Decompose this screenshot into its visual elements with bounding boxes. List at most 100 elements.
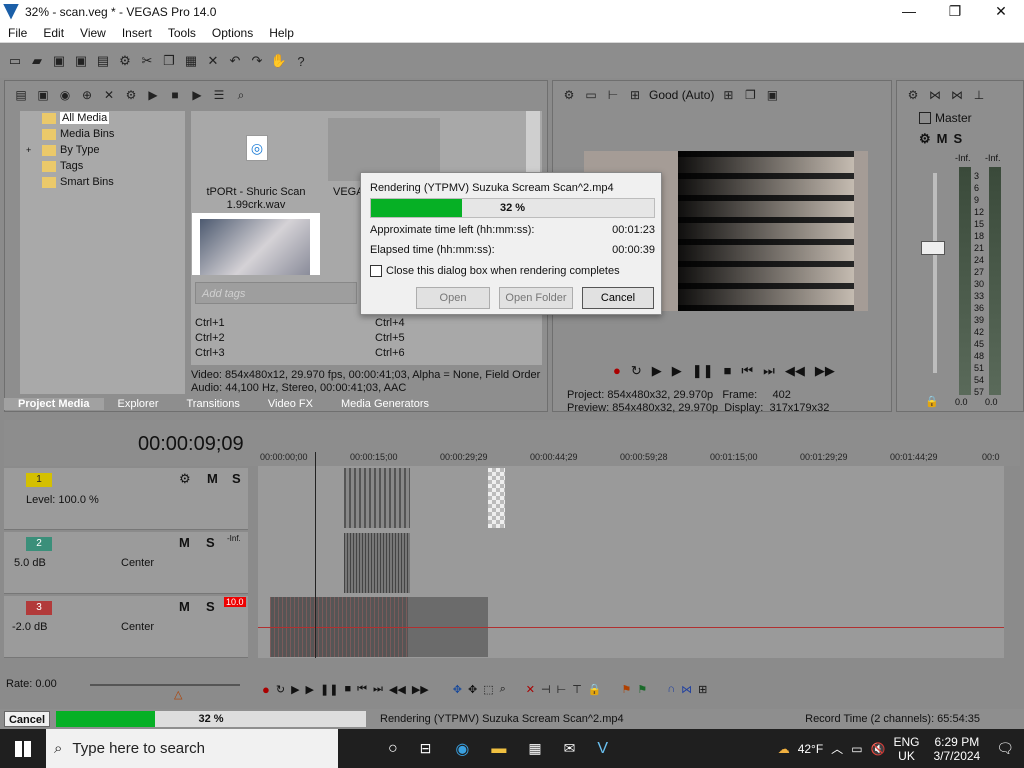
edge-icon[interactable]: ◉	[455, 739, 469, 759]
remove-media-icon[interactable]: ✕	[101, 87, 117, 103]
auto-crossfade-icon[interactable]: ⋈	[681, 683, 692, 696]
tab-explorer[interactable]: Explorer	[104, 398, 173, 410]
time-ruler[interactable]: 00:00:00;00 00:00:15;00 00:00:29;29 00:0…	[260, 452, 1004, 466]
web-icon[interactable]: ⊕	[79, 87, 95, 103]
split-icon[interactable]: ⊤	[572, 683, 582, 696]
maximize-button[interactable]: ❐	[932, 0, 978, 23]
menu-file[interactable]: File	[0, 26, 35, 40]
copy-icon[interactable]: ❐	[160, 52, 178, 70]
search-icon[interactable]: ⌕	[233, 87, 249, 103]
track2-solo-button[interactable]: S	[206, 535, 215, 550]
cortana-icon[interactable]: ○	[388, 740, 398, 758]
cut-icon[interactable]: ✂	[138, 52, 156, 70]
views-icon[interactable]: ☰	[211, 87, 227, 103]
downmix-icon[interactable]: ⋈	[927, 87, 943, 103]
master-fx-button[interactable]: ⚙	[919, 131, 931, 147]
track1-mute-button[interactable]: M	[207, 471, 218, 486]
region-icon[interactable]: ⚑	[637, 683, 647, 696]
timeline-end-icon[interactable]: ⏭	[373, 683, 383, 696]
track2-mute-button[interactable]: M	[179, 535, 190, 550]
video-clip-transparent[interactable]	[488, 468, 505, 528]
play-icon[interactable]: ▶	[672, 363, 682, 379]
get-media-icon[interactable]: ◉	[57, 87, 73, 103]
external-monitor-icon[interactable]: ▭	[583, 87, 599, 103]
timeline-tracks-area[interactable]	[258, 466, 1004, 658]
plugin-icon[interactable]: ✋	[270, 52, 288, 70]
vegas-taskbar-icon[interactable]: V	[597, 740, 608, 758]
video-thumbnail[interactable]	[192, 213, 320, 275]
new-project-icon[interactable]: ▭	[6, 52, 24, 70]
track3-mute-button[interactable]: M	[179, 599, 190, 614]
show-hidden-icons[interactable]: ︿	[831, 740, 843, 757]
network-icon[interactable]: ▭	[851, 742, 862, 756]
redo-icon[interactable]: ↷	[248, 52, 266, 70]
track-header-audio-3[interactable]: 3 -2.0 dB Center M S 10.0	[4, 596, 248, 658]
track1-solo-button[interactable]: S	[232, 471, 241, 486]
tree-item-smart-bins[interactable]: Smart Bins	[42, 176, 114, 188]
expand-plus-icon[interactable]: +	[26, 145, 38, 155]
volume-muted-icon[interactable]: 🔇	[871, 742, 886, 756]
lock-icon[interactable]: 🔒	[588, 683, 602, 696]
marker-icon[interactable]: ⚑	[621, 683, 631, 696]
play-preview-icon[interactable]: ▶	[145, 87, 161, 103]
master-lock-icon[interactable]: 🔒	[925, 395, 939, 408]
tab-video-fx[interactable]: Video FX	[254, 398, 327, 410]
track-header-audio-2[interactable]: 2 5.0 dB Center M S -Inf.	[4, 532, 248, 594]
import-media-icon[interactable]: ▤	[13, 87, 29, 103]
volume-envelope[interactable]	[258, 627, 1004, 628]
fast-forward-icon[interactable]: ▶▶	[815, 363, 835, 379]
grid-icon[interactable]: ⊞	[720, 87, 736, 103]
weather-temp[interactable]: 42°F	[798, 742, 823, 756]
mail-icon[interactable]: ✉	[564, 740, 576, 757]
normal-edit-tool-icon[interactable]: ✥	[453, 683, 462, 696]
dim-icon[interactable]: ⋈	[949, 87, 965, 103]
close-when-done-checkbox[interactable]: Close this dialog box when rendering com…	[370, 265, 620, 277]
delete-tool-icon[interactable]: ✕	[526, 683, 535, 696]
checkbox-box[interactable]	[370, 265, 382, 277]
close-button[interactable]: ✕	[978, 0, 1024, 23]
preview-quality-dropdown[interactable]: Good (Auto)	[649, 88, 714, 102]
selection-tool-icon[interactable]: ⬚	[483, 683, 493, 696]
ripple-edit-icon[interactable]: ⊞	[698, 683, 707, 696]
render-icon[interactable]: ▤	[94, 52, 112, 70]
weather-icon[interactable]: ☁	[778, 742, 790, 756]
menu-insert[interactable]: Insert	[114, 26, 160, 40]
envelope-tool-icon[interactable]: ✥	[468, 683, 477, 696]
start-button[interactable]	[0, 740, 46, 757]
menu-tools[interactable]: Tools	[160, 26, 204, 40]
paste-icon[interactable]: ▦	[182, 52, 200, 70]
tree-item-tags[interactable]: Tags	[42, 160, 83, 172]
save-as-icon[interactable]: ▣	[72, 52, 90, 70]
task-view-icon[interactable]: ⊟	[420, 740, 432, 757]
timeline-loop-icon[interactable]: ↻	[276, 683, 285, 696]
menu-view[interactable]: View	[72, 26, 114, 40]
snapping-icon[interactable]: ∩	[667, 683, 675, 695]
preview-properties-gear-icon[interactable]: ⚙	[561, 87, 577, 103]
tree-item-all-media[interactable]: All Media	[42, 112, 110, 124]
media-fx-gear-icon[interactable]: ⚙	[123, 87, 139, 103]
master-fx-icon[interactable]: ⊥	[971, 87, 987, 103]
next-frame-icon[interactable]: ⏭	[763, 363, 775, 379]
timeline-play-icon[interactable]: ▶	[306, 683, 314, 696]
overlays-icon[interactable]: ⊞	[627, 87, 643, 103]
rate-slider[interactable]	[90, 684, 240, 686]
language-indicator[interactable]: ENG UK	[893, 735, 919, 763]
cancel-render-button[interactable]: Cancel	[582, 287, 654, 309]
loop-icon[interactable]: ↻	[631, 363, 642, 379]
menu-options[interactable]: Options	[204, 26, 261, 40]
audio-clip-track2[interactable]	[344, 533, 410, 593]
auto-preview-icon[interactable]: ▶	[189, 87, 205, 103]
timeline-stop-icon[interactable]: ■	[344, 683, 351, 695]
split-screen-icon[interactable]: ⊢	[605, 87, 621, 103]
trim-end-icon[interactable]: ⊢	[557, 683, 567, 696]
master-solo-button[interactable]: S	[954, 131, 963, 147]
menu-edit[interactable]: Edit	[35, 26, 72, 40]
taskbar-search[interactable]: ⌕ Type here to search	[46, 729, 338, 768]
open-folder-icon[interactable]: ▰	[28, 52, 46, 70]
copy-snapshot-icon[interactable]: ❐	[742, 87, 758, 103]
store-icon[interactable]: ▦	[528, 740, 541, 757]
help-icon[interactable]: ?	[292, 52, 310, 70]
timeline-record-icon[interactable]: ●	[262, 682, 270, 697]
record-icon[interactable]: ●	[613, 363, 621, 379]
delete-icon[interactable]: ✕	[204, 52, 222, 70]
